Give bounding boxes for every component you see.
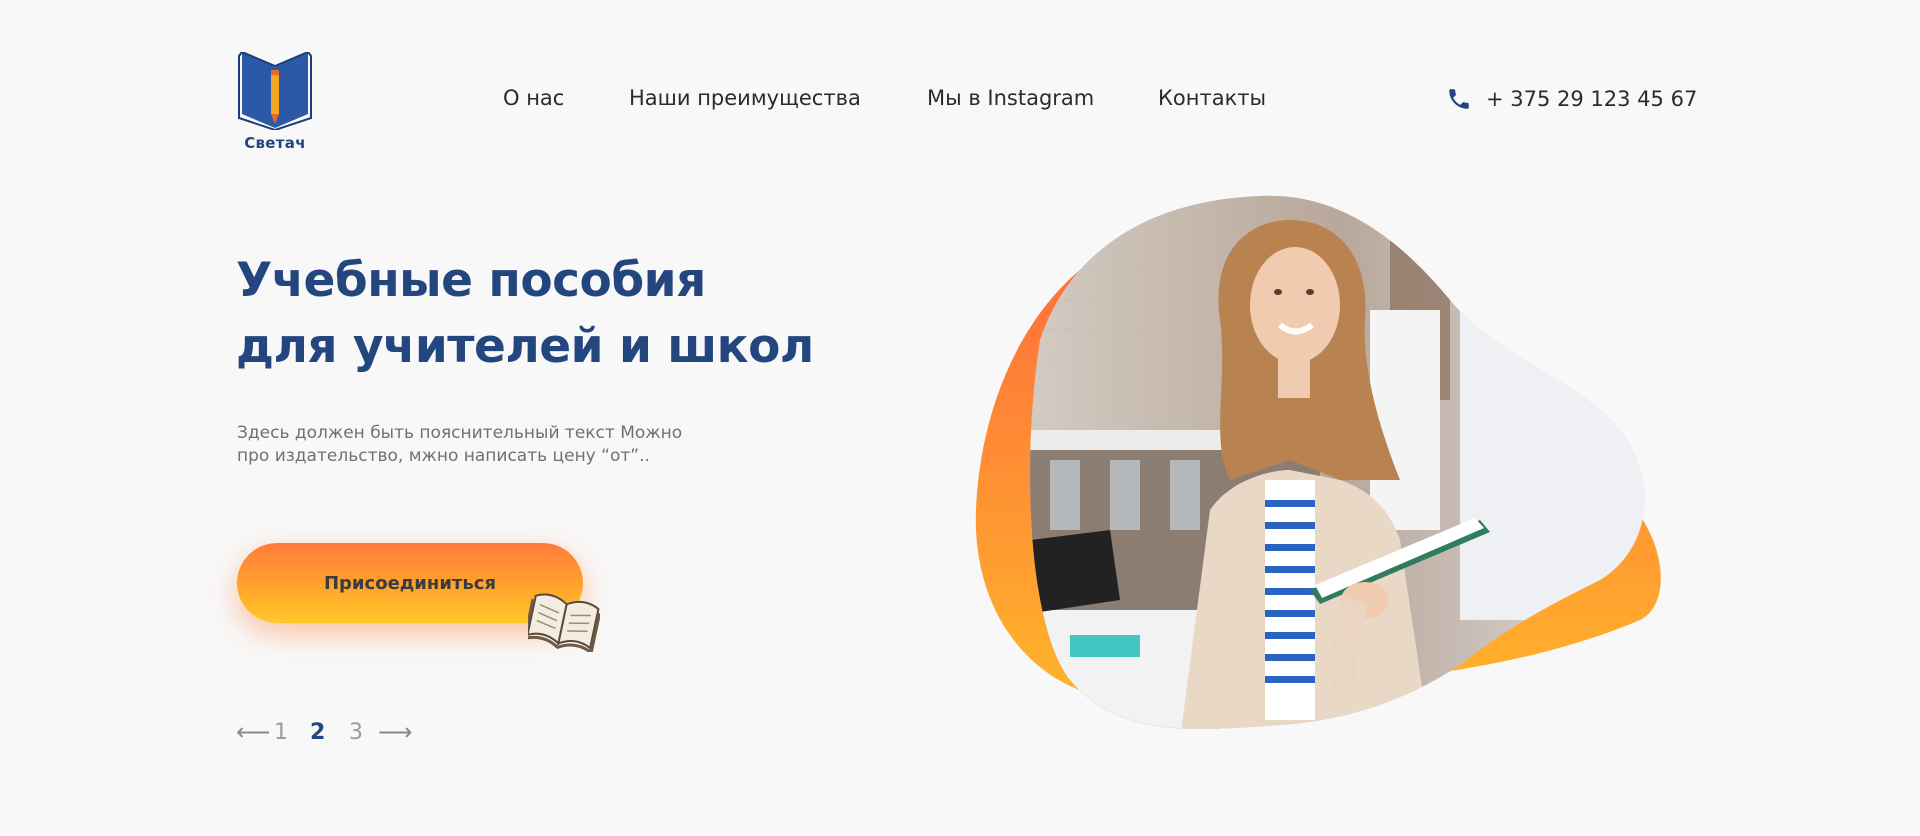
phone-number: + 375 29 123 45 67 [1486, 87, 1698, 111]
hero-title-line1: Учебные пособия [236, 253, 706, 308]
hero-description-line1: Здесь должен быть пояснительный текст Мо… [237, 423, 683, 443]
next-arrow-icon[interactable]: ⟶ [378, 718, 412, 746]
page-3[interactable]: 3 [349, 720, 363, 745]
hero-description: Здесь должен быть пояснительный текст Мо… [237, 422, 717, 468]
hero-title-line2: для учителей и школ [236, 319, 814, 374]
nav-link-advantages[interactable]: Наши преимущества [629, 86, 861, 110]
teacher-photo [975, 195, 1661, 729]
phone-icon [1449, 89, 1469, 109]
hero-description-line2: про издательство, мжно написать цену “от… [237, 446, 650, 466]
hero-illustration [960, 180, 1720, 740]
phone-contact[interactable]: + 375 29 123 45 67 [1446, 86, 1697, 112]
nav-link-contacts[interactable]: Контакты [1158, 86, 1266, 110]
logo-text: Светач [244, 134, 306, 152]
prev-arrow-icon[interactable]: ⟵ [236, 718, 270, 746]
nav-link-instagram[interactable]: Мы в Instagram [927, 86, 1094, 110]
logo[interactable]: Светач [237, 52, 313, 152]
hero-title: Учебные пособия для учителей и школ [236, 248, 876, 380]
page-1[interactable]: 1 [274, 720, 288, 745]
page-2-current[interactable]: 2 [310, 720, 325, 745]
book-logo-icon [238, 52, 312, 130]
open-book-icon [528, 593, 600, 652]
nav-link-about[interactable]: О нас [503, 86, 564, 110]
